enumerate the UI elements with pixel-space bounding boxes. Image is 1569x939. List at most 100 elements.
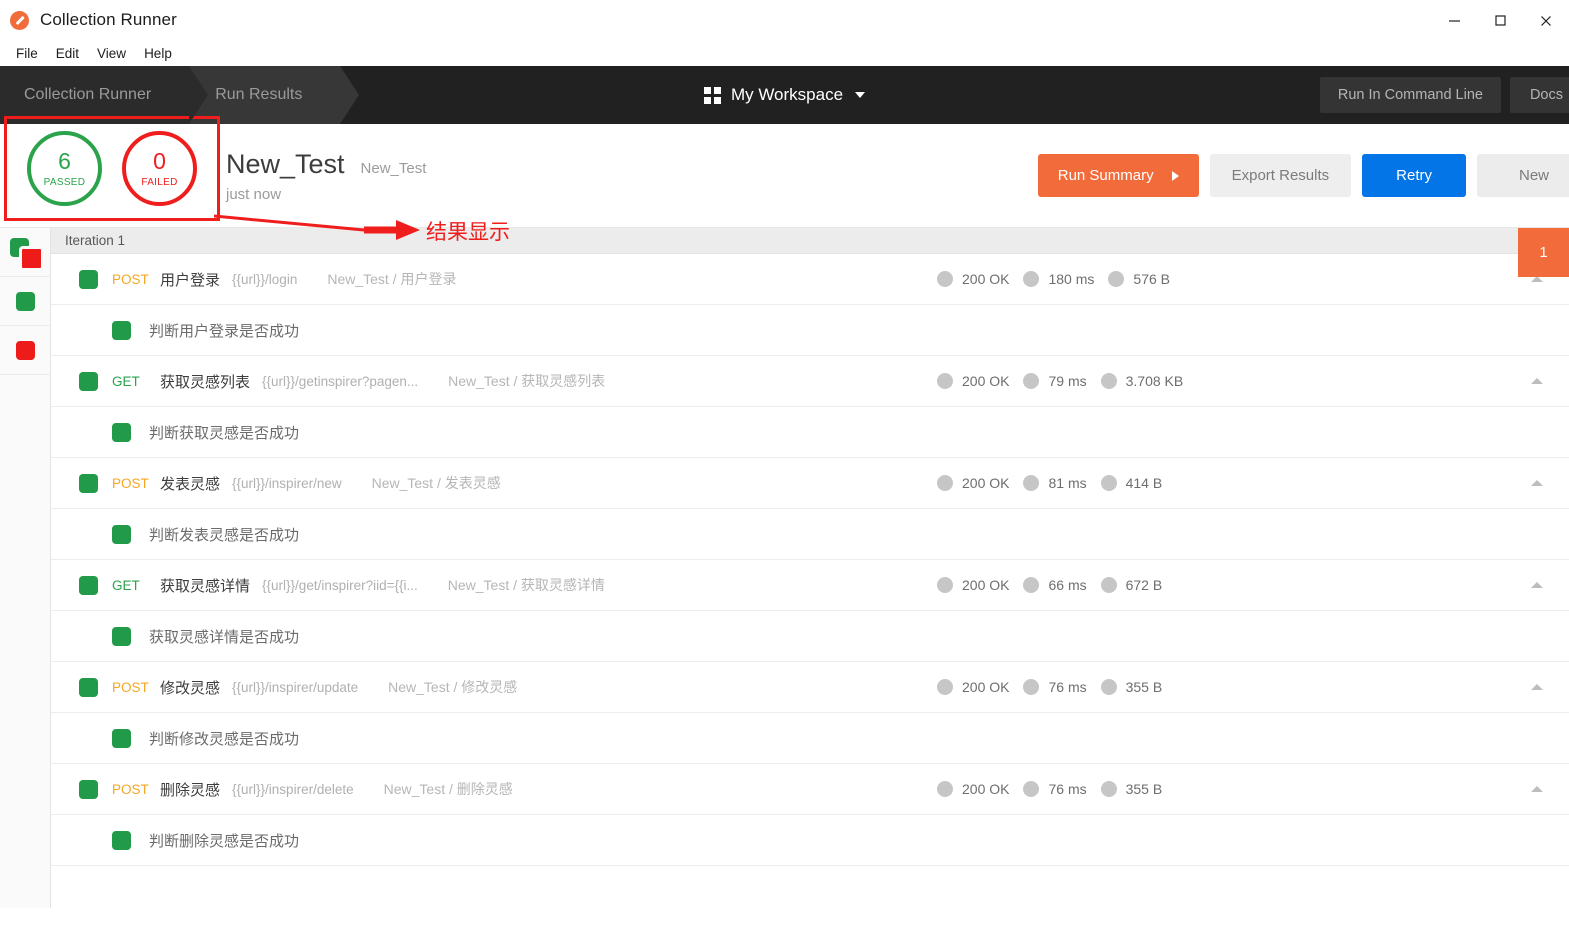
menubar: File Edit View Help — [0, 41, 1569, 66]
request-name: 用户登录 — [160, 271, 221, 289]
passed-label: PASSED — [43, 176, 86, 188]
window-titlebar: Collection Runner — [0, 0, 1569, 41]
test-assertion-name: 判断用户登录是否成功 — [149, 322, 300, 340]
request-path: New_Test / 获取灵感列表 — [448, 373, 606, 389]
request-path: New_Test / 修改灵感 — [388, 679, 518, 695]
table-row[interactable]: POST 修改灵感 {{url}}/inspirer/update New_Te… — [51, 662, 1569, 713]
status-code: 200 OK — [962, 373, 1010, 389]
time-dot-icon — [1023, 781, 1040, 797]
request-name: 发表灵感 — [160, 475, 221, 493]
response-size: 3.708 KB — [1125, 373, 1184, 389]
request-url: {{url}}/getinspirer?pagen... — [262, 373, 419, 389]
pass-square-icon — [79, 371, 98, 391]
size-dot-icon — [1100, 373, 1117, 389]
run-summary-button[interactable]: Run Summary — [1037, 154, 1199, 197]
pass-square-icon — [112, 626, 131, 646]
iteration-label: Iteration 1 — [65, 233, 126, 248]
menu-help[interactable]: Help — [136, 43, 180, 64]
request-path: New_Test / 获取灵感详情 — [447, 577, 605, 593]
request-url: {{url}}/inspirer/delete — [232, 781, 354, 797]
request-metrics: 200 OK 66 ms 672 B — [937, 577, 1176, 593]
window-title: Collection Runner — [40, 10, 177, 29]
run-in-command-line-button[interactable]: Run In Command Line — [1319, 77, 1501, 113]
time-dot-icon — [1023, 271, 1040, 287]
minimize-icon[interactable] — [1431, 0, 1477, 41]
table-row[interactable]: POST 发表灵感 {{url}}/inspirer/new New_Test … — [51, 458, 1569, 509]
request-method: POST — [112, 271, 149, 287]
test-assertion-name: 判断发表灵感是否成功 — [149, 526, 300, 544]
run-summary-bar: 6 PASSED 0 FAILED New_Test New_Test just… — [0, 116, 1569, 228]
response-time: 180 ms — [1048, 271, 1095, 287]
menu-view[interactable]: View — [89, 43, 134, 64]
filter-all[interactable] — [0, 228, 50, 277]
request-url: {{url}}/login — [232, 271, 298, 287]
request-name: 获取灵感详情 — [160, 577, 251, 595]
request-url: {{url}}/inspirer/new — [232, 475, 342, 491]
pass-square-icon — [79, 269, 98, 289]
close-icon[interactable] — [1523, 0, 1569, 41]
request-metrics: 200 OK 81 ms 414 B — [937, 475, 1176, 491]
stats-highlight-box: 6 PASSED 0 FAILED — [4, 116, 220, 221]
table-row[interactable]: GET 获取灵感详情 {{url}}/get/inspirer?iid={{i.… — [51, 560, 1569, 611]
request-method: POST — [112, 475, 149, 491]
table-row[interactable]: POST 用户登录 {{url}}/login New_Test / 用户登录 … — [51, 254, 1569, 305]
list-item: 判断删除灵感是否成功 — [51, 815, 1569, 866]
export-results-button[interactable]: Export Results — [1209, 154, 1352, 197]
pass-square-icon — [112, 524, 131, 544]
request-method: GET — [112, 373, 140, 389]
request-metrics: 200 OK 76 ms 355 B — [937, 679, 1176, 695]
retry-button[interactable]: Retry — [1362, 154, 1466, 197]
failed-counter: 0 FAILED — [122, 131, 197, 206]
size-dot-icon — [1108, 271, 1125, 287]
results-body: Iteration 1 1 POST 用户登录 {{url}}/login Ne… — [0, 228, 1569, 908]
chevron-up-icon[interactable] — [1531, 684, 1543, 690]
workspace-name: My Workspace — [730, 85, 844, 104]
status-dot-icon — [937, 271, 953, 287]
iteration-header: Iteration 1 — [51, 228, 1569, 254]
chevron-up-icon[interactable] — [1531, 582, 1543, 588]
filter-failed[interactable] — [0, 326, 50, 375]
test-assertion-name: 判断修改灵感是否成功 — [149, 730, 300, 748]
postman-logo-icon — [10, 10, 29, 30]
list-item: 判断修改灵感是否成功 — [51, 713, 1569, 764]
request-name: 获取灵感列表 — [160, 373, 251, 391]
page-title: New_Test — [226, 148, 345, 179]
test-assertion-name: 判断删除灵感是否成功 — [149, 832, 300, 850]
pass-square-icon — [79, 473, 98, 493]
request-method: POST — [112, 781, 149, 797]
play-triangle-icon — [1171, 170, 1179, 181]
grid-icon — [703, 86, 721, 104]
chevron-up-icon[interactable] — [1531, 480, 1543, 486]
pass-square-icon — [79, 575, 98, 595]
new-run-button[interactable]: New — [1476, 154, 1569, 197]
response-time: 79 ms — [1048, 373, 1087, 389]
chevron-up-icon[interactable] — [1531, 378, 1543, 384]
response-size: 672 B — [1125, 577, 1163, 593]
iteration-badge: 1 — [1518, 228, 1569, 277]
menu-edit[interactable]: Edit — [48, 43, 87, 64]
status-dot-icon — [937, 475, 953, 491]
status-code: 200 OK — [962, 679, 1010, 695]
run-summary-label: Run Summary — [1057, 167, 1154, 184]
list-item: 判断用户登录是否成功 — [51, 305, 1569, 356]
docs-button[interactable]: Docs — [1509, 77, 1569, 113]
request-metrics: 200 OK 180 ms 576 B — [937, 271, 1184, 287]
request-method: GET — [112, 577, 140, 593]
filter-passed[interactable] — [0, 277, 50, 326]
results-list: Iteration 1 1 POST 用户登录 {{url}}/login Ne… — [51, 228, 1569, 908]
status-code: 200 OK — [962, 271, 1010, 287]
workspace-selector[interactable]: My Workspace — [703, 85, 866, 105]
chevron-up-icon[interactable] — [1531, 786, 1543, 792]
header-actions: Run In Command Line Docs — [1319, 66, 1569, 124]
table-row[interactable]: GET 获取灵感列表 {{url}}/getinspirer?pagen... … — [51, 356, 1569, 407]
request-path: New_Test / 发表灵感 — [371, 475, 501, 491]
menu-file[interactable]: File — [8, 43, 46, 64]
run-timestamp: just now — [226, 185, 282, 203]
all-status-icon — [10, 238, 44, 271]
maximize-icon[interactable] — [1477, 0, 1523, 41]
failed-count: 0 — [153, 147, 166, 174]
status-code: 200 OK — [962, 475, 1010, 491]
request-metrics: 200 OK 79 ms 3.708 KB — [937, 373, 1197, 389]
table-row[interactable]: POST 删除灵感 {{url}}/inspirer/delete New_Te… — [51, 764, 1569, 815]
response-size: 414 B — [1125, 475, 1163, 491]
